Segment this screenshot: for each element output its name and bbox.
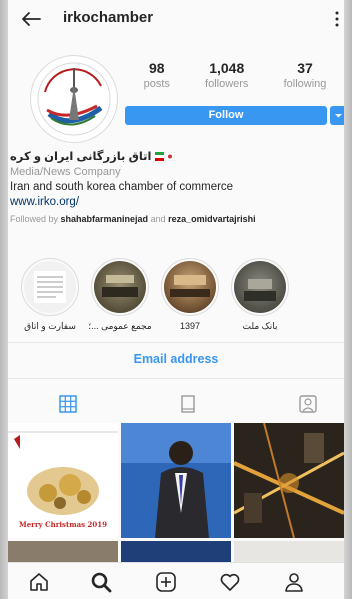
highlight-image	[94, 261, 146, 313]
post-grid: Merry Christmas 2019	[8, 423, 344, 573]
followed-user-1: shahabfarmaninejad	[60, 214, 149, 224]
divider	[8, 378, 344, 379]
highlight-image	[24, 261, 76, 313]
grid-view-icon[interactable]	[58, 394, 78, 414]
profile-display-name: اتاق بازرگانی ایران و کره	[10, 150, 342, 165]
profile-description: Iran and south korea chamber of commerce	[10, 181, 234, 193]
post-christmas[interactable]: Merry Christmas 2019	[8, 423, 118, 538]
profile-stats: 98 posts 1,048 followers 37 following	[126, 60, 344, 90]
highlight-image	[164, 261, 216, 313]
highlight-bank-mellat[interactable]: بانک ملت	[228, 258, 292, 332]
profile-tabs	[8, 388, 344, 418]
divider	[8, 342, 344, 343]
hall-image-icon	[244, 279, 276, 301]
top-bar: irkochamber	[8, 0, 344, 38]
highlight-label: مجمع عمومی ...؛	[88, 321, 152, 331]
tagged-icon[interactable]	[298, 394, 318, 414]
followed-user-2: reza_omidvartajrishi	[168, 214, 256, 224]
meeting-image-icon	[102, 275, 138, 297]
profile-username: irkochamber	[63, 9, 154, 26]
stat-label: posts	[143, 78, 170, 90]
profile-name-text: اتاق بازرگانی ایران و کره	[10, 151, 152, 163]
highlight-label: بانک ملت	[242, 321, 278, 331]
profile-category: Media/News Company	[10, 166, 121, 178]
profile-avatar[interactable]	[30, 55, 118, 143]
followed-by-text[interactable]: Followed by shahabfarmaninejad and reza_…	[10, 212, 342, 227]
followed-prefix: Followed by	[10, 214, 61, 224]
stat-posts[interactable]: 98 posts	[144, 60, 170, 90]
followed-and: and	[148, 214, 169, 224]
post-bowing-man[interactable]	[121, 423, 231, 538]
profile-screen: irkochamber 98 posts 1,048 followers 37	[8, 0, 344, 599]
conference-image-icon	[170, 275, 210, 297]
highlight-label: 1397	[179, 321, 201, 331]
highlight-1397[interactable]: 1397	[158, 258, 222, 331]
post-caption: Merry Christmas 2019	[18, 520, 108, 529]
highlight-ring	[21, 258, 79, 316]
chamber-logo-icon	[37, 62, 111, 136]
stat-label: followers	[205, 78, 249, 90]
home-icon[interactable]	[28, 571, 50, 593]
stat-following[interactable]: 37 following	[284, 60, 327, 90]
chevron-down-icon	[335, 114, 342, 118]
document-image-icon	[34, 271, 66, 303]
highlight-ring	[91, 258, 149, 316]
post-city-night[interactable]	[234, 423, 344, 538]
city-night-image	[234, 423, 344, 538]
more-options-icon[interactable]	[334, 8, 340, 30]
highlight-ring	[161, 258, 219, 316]
flags-icon	[154, 152, 175, 162]
stat-value: 37	[297, 60, 313, 76]
follow-button[interactable]: Follow	[125, 106, 327, 125]
bowing-man-image	[121, 423, 231, 538]
stat-value: 98	[148, 60, 165, 76]
profile-icon[interactable]	[283, 571, 305, 593]
highlight-general-assembly[interactable]: مجمع عمومی ...؛	[88, 258, 152, 332]
back-arrow-icon[interactable]	[20, 8, 42, 30]
activity-heart-icon[interactable]	[219, 571, 241, 593]
stat-value: 1,048	[209, 60, 245, 76]
highlight-image	[234, 261, 286, 313]
highlight-embassy[interactable]: سفارت و اتاق	[18, 258, 82, 332]
suggested-dropdown-button[interactable]	[330, 106, 344, 125]
story-highlights: بانک ملت 1397 مجمع عمومی ...؛ سفارت و ات…	[8, 258, 344, 338]
highlight-ring	[231, 258, 289, 316]
stat-label: following	[283, 78, 327, 90]
list-view-icon[interactable]	[178, 394, 198, 414]
profile-bio: اتاق بازرگانی ایران و کره Media/News Com…	[10, 150, 342, 227]
highlight-label: سفارت و اتاق	[24, 321, 76, 331]
bottom-nav-bar	[8, 562, 344, 599]
email-address-button[interactable]: Email address	[8, 352, 344, 366]
new-post-icon[interactable]	[155, 571, 177, 593]
search-icon[interactable]	[90, 571, 112, 593]
profile-website-link[interactable]: www.irko.org/	[10, 195, 342, 210]
stat-followers[interactable]: 1,048 followers	[205, 60, 248, 90]
